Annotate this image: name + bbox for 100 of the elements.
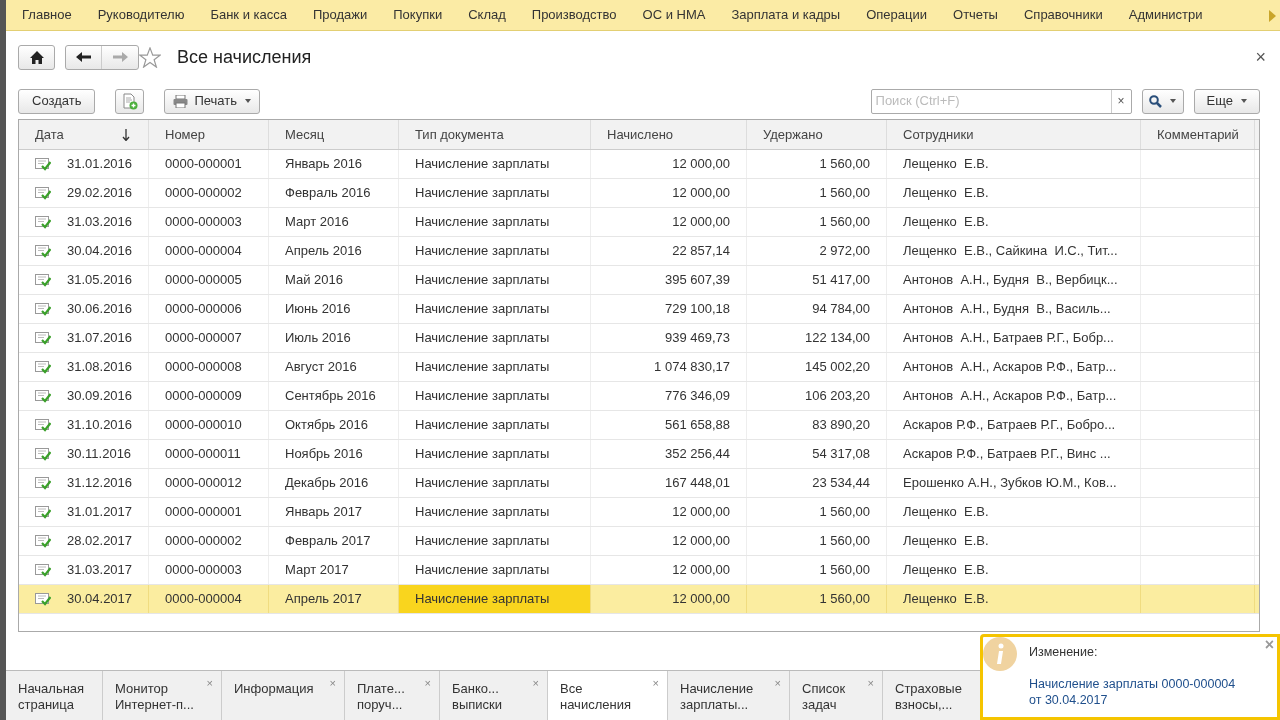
table-row[interactable]: 29.02.2016 0000-000002 Февраль 2016 Начисление зарплаты 12 000,00 1 560,00 Лещенко Е.В. (19, 179, 1259, 208)
table-cell: 1 560,00 (747, 208, 887, 236)
table-cell: 122 134,00 (747, 324, 887, 352)
clear-button[interactable]: × (1110, 89, 1131, 113)
table-row[interactable]: 30.04.2016 0000-000004 Апрель 2016 Начисление зарплаты 22 857,14 2 972,00 Лещенко Е.В., Сайкина И.С., Тит... (19, 237, 1259, 266)
search-field[interactable]: Поиск (Ctrl+F) × (870, 88, 1132, 114)
table-cell: Начисление зарплаты (399, 556, 591, 584)
table-cell: 776 346,09 (591, 382, 747, 410)
menu-item[interactable]: Покупки (393, 5, 443, 25)
menu-item[interactable]: Администри (1128, 5, 1203, 25)
menu-item[interactable]: Банк и касса (210, 5, 287, 25)
column-header[interactable]: Начислено (591, 120, 747, 149)
column-header[interactable]: Сотрудники (887, 120, 1141, 149)
table-cell-text: 31.12.2016 (67, 474, 133, 493)
table-cell: Антонов А.Н., Будня В., Вербицк... (887, 266, 1141, 294)
table-row[interactable]: 28.02.2017 0000-000002 Февраль 2017 Начисление зарплаты 12 000,00 1 560,00 Лещенко Е.В. (19, 527, 1259, 556)
add-copy-button[interactable] (115, 88, 145, 114)
create-button[interactable]: Создать (18, 88, 96, 114)
notification-link[interactable]: Начисление зарплаты 0000-000004 от 30.04.2017 (1029, 675, 1236, 708)
table-cell: Май 2016 (269, 266, 399, 294)
star-icon[interactable] (139, 46, 161, 68)
table-row[interactable]: 30.06.2016 0000-000006 Июнь 2016 Начисление зарплаты 729 100,18 94 784,00 Антонов А.Н., Будня В., Василь... (19, 295, 1259, 324)
table-cell: Январь 2017 (269, 498, 399, 526)
menu-item[interactable]: Зарплата и кадры (731, 5, 841, 25)
home-button[interactable] (18, 44, 55, 70)
posted-document-icon (35, 157, 51, 171)
column-header[interactable]: Удержано (747, 120, 887, 149)
column-header[interactable]: Месяц (269, 120, 399, 149)
table-row[interactable]: 31.01.2017 0000-000001 Январь 2017 Начисление зарплаты 12 000,00 1 560,00 Лещенко Е.В. (19, 498, 1259, 527)
menu-item[interactable]: Операции (866, 5, 927, 25)
posted-document-icon (35, 215, 51, 229)
table-cell: 12 000,00 (591, 527, 747, 555)
table-row[interactable]: 31.03.2017 0000-000003 Март 2017 Начисление зарплаты 12 000,00 1 560,00 Лещенко Е.В. (19, 556, 1259, 585)
table-row[interactable]: 31.12.2016 0000-000012 Декабрь 2016 Начисление зарплаты 167 448,01 23 534,44 Ерошенко А.Н., Зубков Ю.М., Ков... (19, 469, 1259, 498)
print-button[interactable]: Печать (164, 88, 260, 114)
posted-document-icon (35, 302, 51, 316)
menu-item[interactable]: ОС и НМА (642, 5, 706, 25)
table-cell: 145 002,20 (747, 353, 887, 381)
table-cell: 1 074 830,17 (591, 353, 747, 381)
table-cell: Ерошенко А.Н., Зубков Ю.М., Ков... (887, 469, 1141, 497)
table-cell: 51 417,00 (747, 266, 887, 294)
table-cell: 54 317,08 (747, 440, 887, 468)
column-header[interactable]: Номер (149, 120, 269, 149)
menu-item[interactable]: Справочники (1023, 5, 1103, 25)
table-cell: Лещенко Е.В. (887, 179, 1141, 207)
table-row[interactable]: 30.09.2016 0000-000009 Сентябрь 2016 Начисление зарплаты 776 346,09 106 203,20 Антонов А.Н., Аскаров Р.Ф., Батр... (19, 382, 1259, 411)
menu-item[interactable]: Главное (22, 5, 72, 25)
table-cell-text: 31.03.2017 (67, 561, 133, 580)
table-cell: Начисление зарплаты (399, 527, 591, 555)
table-cell: 1 560,00 (747, 527, 887, 555)
menu-item[interactable]: Производство (531, 5, 617, 25)
table-cell: Начисление зарплаты (399, 353, 591, 381)
table-cell: 94 784,00 (747, 295, 887, 323)
menu-item[interactable]: Продажи (312, 5, 368, 25)
table-cell: Начисление зарплаты (399, 440, 591, 468)
menu-item[interactable]: Отчеты (953, 5, 998, 25)
table-cell: Начисление зарплаты (399, 150, 591, 178)
table-cell: 352 256,44 (591, 440, 747, 468)
column-header[interactable]: Комментарий (1141, 120, 1255, 149)
window-tab[interactable]: Все начисления × (548, 671, 668, 720)
table-row[interactable]: 31.07.2016 0000-000007 Июль 2016 Начисление зарплаты 939 469,73 122 134,00 Антонов А.Н., Батраев Р.Г., Бобр... (19, 324, 1259, 353)
posted-document-icon (35, 273, 51, 287)
menu-item[interactable]: Склад (468, 5, 506, 25)
table-cell: Март 2016 (269, 208, 399, 236)
column-header[interactable]: Дата (19, 120, 149, 149)
info-icon (983, 637, 1017, 671)
table-cell-text: 31.05.2016 (67, 271, 133, 290)
column-header[interactable]: Тип документа (399, 120, 591, 149)
menu-item[interactable]: Руководителю (97, 5, 185, 25)
table-cell: 22 857,14 (591, 237, 747, 265)
posted-document-icon (35, 505, 51, 519)
form-title: Все начисления (177, 45, 312, 69)
posted-document-icon (35, 360, 51, 374)
table-row[interactable]: 31.10.2016 0000-000010 Октябрь 2016 Начисление зарплаты 561 658,88 83 890,20 Аскаров Р.Ф., Батраев Р.Г., Бобро... (19, 411, 1259, 440)
table-row[interactable]: 30.04.2017 0000-000004 Апрель 2017 Начисление зарплаты 12 000,00 1 560,00 Лещенко Е.В. (19, 585, 1259, 614)
table-cell: Ноябрь 2016 (269, 440, 399, 468)
table-cell: 2 972,00 (747, 237, 887, 265)
table-cell: Начисление зарплаты (399, 237, 591, 265)
table-cell: Лещенко Е.В. (887, 585, 1141, 613)
scroll-right-icon[interactable] (1269, 10, 1276, 22)
search-button[interactable] (1141, 88, 1184, 114)
table-row[interactable]: 31.01.2016 0000-000001 Январь 2016 Начисление зарплаты 12 000,00 1 560,00 Лещенко Е.В. (19, 150, 1259, 179)
table-cell: Антонов А.Н., Аскаров Р.Ф., Батр... (887, 353, 1141, 381)
table-cell-text: 29.02.2016 (67, 184, 133, 203)
table-row[interactable]: 31.08.2016 0000-000008 Август 2016 Начисление зарплаты 1 074 830,17 145 002,20 Антонов А.Н., Аскаров Р.Ф., Батр... (19, 353, 1259, 382)
table-row[interactable]: 31.05.2016 0000-000005 Май 2016 Начисление зарплаты 395 607,39 51 417,00 Антонов А.Н., Будня В., Вербицк... (19, 266, 1259, 295)
close-button[interactable]: × (1255, 48, 1266, 66)
table-cell: Начисление зарплаты (399, 266, 591, 294)
table-cell: Антонов А.Н., Аскаров Р.Ф., Батр... (887, 382, 1141, 410)
tab-close-button[interactable]: × (652, 675, 659, 691)
table-row[interactable]: 30.11.2016 0000-000011 Ноябрь 2016 Начисление зарплаты 352 256,44 54 317,08 Аскаров Р.Ф., Батраев Р.Г., Винс ... (19, 440, 1259, 469)
table-cell: 0000-000004 (149, 585, 269, 613)
table-cell: 83 890,20 (747, 411, 887, 439)
sort-down-icon (122, 128, 130, 141)
posted-document-icon (35, 331, 51, 345)
table-cell: 12 000,00 (591, 556, 747, 584)
table-row[interactable]: 31.03.2016 0000-000003 Март 2016 Начисление зарплаты 12 000,00 1 560,00 Лещенко Е.В. (19, 208, 1259, 237)
table-cell: Начисление зарплаты (399, 498, 591, 526)
more-button[interactable]: Еще (1193, 88, 1260, 114)
table-cell: 1 560,00 (747, 150, 887, 178)
